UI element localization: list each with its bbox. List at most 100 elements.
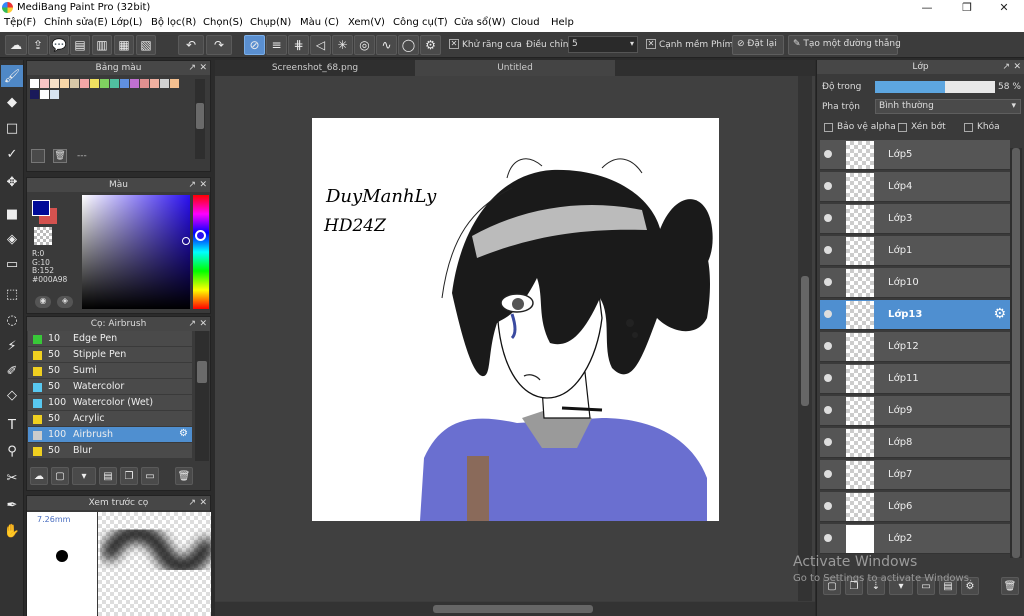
menu-color[interactable]: Màu (C) [300, 17, 339, 28]
saturation-value-picker[interactable] [82, 195, 190, 309]
upload-icon[interactable]: ⇪ [28, 35, 48, 55]
circle-snap-icon[interactable]: ◎ [354, 35, 375, 55]
opacity-slider[interactable] [875, 81, 995, 93]
menu-filter[interactable]: Bộ lọc(R) [151, 17, 196, 28]
brush-item[interactable]: 50 Blur [28, 443, 192, 459]
blend-select[interactable]: Bình thường ▾ [875, 99, 1021, 114]
vscroll-thumb[interactable] [801, 276, 809, 406]
tab-untitled[interactable]: Untitled [415, 60, 615, 76]
lasso-tool-icon[interactable]: ◌ [1, 309, 23, 331]
visibility-eye-icon[interactable] [824, 438, 832, 446]
transparent-color-swatch[interactable] [34, 227, 52, 245]
antialias-checkbox[interactable]: ✕ [449, 39, 459, 49]
sv-cursor[interactable] [182, 237, 190, 245]
trash-icon[interactable]: 🗑 [53, 149, 67, 163]
brush-item[interactable]: 50 Stipple Pen [28, 347, 192, 363]
comment-icon[interactable]: 💬 [49, 35, 69, 55]
lock-checkbox[interactable] [964, 123, 973, 132]
layer-row[interactable]: Lớp4 [820, 172, 1010, 202]
move-tool-icon[interactable]: ✥ [1, 171, 23, 193]
select-tool-icon[interactable]: ⬚ [1, 283, 23, 305]
add-brush-icon[interactable]: ▾ [72, 467, 96, 485]
layer-settings-gear-icon[interactable]: ⚙ [993, 306, 1006, 322]
undock-icon[interactable]: ↗ [1002, 60, 1010, 74]
brush-scrollbar[interactable] [195, 331, 209, 461]
layer-row[interactable]: Lớp8 [820, 428, 1010, 458]
visibility-eye-icon[interactable] [824, 406, 832, 414]
undo-icon[interactable]: ↶ [178, 35, 204, 55]
page-icon[interactable]: ▥ [92, 35, 112, 55]
visibility-eye-icon[interactable] [824, 150, 832, 158]
layout-icon[interactable]: ▧ [136, 35, 156, 55]
cloud-icon[interactable]: ☁ [5, 35, 27, 55]
grid-icon[interactable]: ▦ [114, 35, 134, 55]
palette-add-icon[interactable]: ◉ [35, 296, 51, 308]
tab-screenshot[interactable]: Screenshot_68.png [215, 60, 415, 76]
brush-item[interactable]: 100 Watercolor (Wet) [28, 395, 192, 411]
visibility-eye-icon[interactable] [824, 374, 832, 382]
hscroll-thumb[interactable] [433, 605, 593, 613]
bucket-tool-icon[interactable]: ◈ [1, 228, 23, 250]
vanishing-snap-icon[interactable]: ◁ [310, 35, 331, 55]
new-brush-icon[interactable]: ▢ [51, 467, 69, 485]
undock-icon[interactable]: ↗ [188, 317, 196, 331]
menu-window[interactable]: Cửa sổ(W) [454, 17, 506, 28]
close-icon[interactable]: ✕ [199, 178, 207, 192]
visibility-eye-icon[interactable] [824, 470, 832, 478]
palette-scrollbar[interactable] [195, 79, 205, 159]
protect-alpha-checkbox[interactable] [824, 123, 833, 132]
visibility-eye-icon[interactable] [824, 342, 832, 350]
select-pen-tool-icon[interactable]: ✐ [1, 360, 23, 382]
ellipse-snap-icon[interactable]: ◯ [398, 35, 419, 55]
close-icon[interactable]: ✕ [199, 496, 207, 510]
menu-edit[interactable]: Chỉnh sửa(E) [44, 17, 108, 28]
brush-settings-gear-icon[interactable]: ⚙ [179, 428, 188, 439]
visibility-eye-icon[interactable] [824, 214, 832, 222]
menu-cloud[interactable]: Cloud [511, 17, 540, 28]
new-page-icon[interactable] [31, 149, 45, 163]
soft-edge-checkbox[interactable]: ✕ [646, 39, 656, 49]
frame-tool-icon[interactable]: ✂ [1, 467, 23, 489]
layer-row[interactable]: Lớp2 [820, 524, 1010, 554]
menu-view[interactable]: Xem(V) [348, 17, 385, 28]
reset-button[interactable]: ⊘ Đặt lại [732, 35, 784, 55]
gradient-tool-icon[interactable]: ▭ [1, 253, 23, 275]
primary-color-swatch[interactable] [32, 200, 50, 216]
menu-capture[interactable]: Chụp(N) [250, 17, 291, 28]
eraser-tool-icon[interactable]: ◆ [1, 91, 23, 113]
brush-item[interactable]: 10 Edge Pen [28, 331, 192, 347]
dot-tool-icon[interactable]: □ [1, 117, 23, 139]
curve-snap-icon[interactable]: ∿ [376, 35, 397, 55]
visibility-eye-icon[interactable] [824, 182, 832, 190]
shape-tool-icon[interactable]: ■ [1, 203, 23, 225]
parallel-snap-icon[interactable]: ≡ [266, 35, 287, 55]
layer-scrollbar[interactable] [1010, 148, 1022, 558]
palette-menu-icon[interactable]: ◈ [57, 296, 73, 308]
create-line-button[interactable]: ✎ Tạo một đường thẳng [788, 35, 901, 55]
layer-row[interactable]: Lớp11 [820, 364, 1010, 394]
magic-wand-tool-icon[interactable]: ⚡ [1, 335, 23, 357]
text-tool-icon[interactable]: T [1, 414, 23, 436]
canvas-vertical-scrollbar[interactable] [798, 76, 812, 601]
close-icon[interactable]: ✕ [199, 61, 207, 75]
brush-item[interactable]: 50 Sumi [28, 363, 192, 379]
layer-row[interactable]: Lớp1 [820, 236, 1010, 266]
cross-snap-icon[interactable]: ⋕ [288, 35, 309, 55]
layer-row[interactable]: Lớp9 [820, 396, 1010, 426]
brush-tool-icon[interactable]: 🖌 [1, 65, 23, 87]
close-button[interactable]: ✕ [984, 0, 1024, 16]
undock-icon[interactable]: ↗ [188, 496, 196, 510]
layer-row[interactable]: Lớp7 [820, 460, 1010, 490]
visibility-eye-icon[interactable] [824, 534, 832, 542]
divide-tool-icon[interactable]: ⚲ [1, 440, 23, 462]
hue-slider[interactable] [193, 195, 209, 309]
select-eraser-tool-icon[interactable]: ◇ [1, 384, 23, 406]
menu-tools[interactable]: Công cụ(T) [393, 17, 448, 28]
brush-item[interactable]: 50 Watercolor [28, 379, 192, 395]
minimize-button[interactable]: — [907, 0, 947, 16]
brush-item[interactable]: 50 Acrylic [28, 411, 192, 427]
undock-icon[interactable]: ↗ [188, 178, 196, 192]
no-snap-icon[interactable]: ⊘ [244, 35, 265, 55]
close-icon[interactable]: ✕ [1013, 60, 1021, 74]
layer-row[interactable]: Lớp12 [820, 332, 1010, 362]
